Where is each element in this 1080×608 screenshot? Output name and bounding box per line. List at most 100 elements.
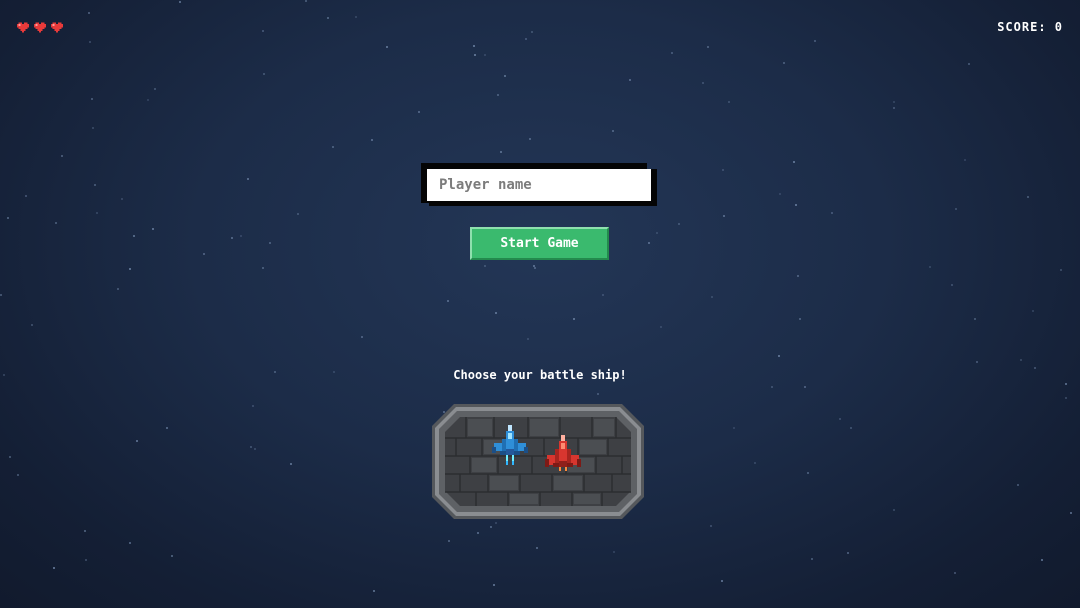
star — [531, 31, 533, 33]
star — [203, 253, 205, 255]
score-display: SCORE: 0 — [997, 20, 1063, 34]
star — [262, 30, 264, 32]
star — [85, 559, 87, 561]
star — [602, 294, 604, 296]
star — [893, 509, 895, 511]
star — [527, 338, 529, 340]
star — [447, 300, 449, 302]
star — [147, 99, 149, 101]
star — [814, 40, 816, 42]
star — [53, 567, 55, 569]
star — [92, 127, 94, 129]
star — [968, 63, 970, 65]
star — [96, 212, 98, 214]
star — [722, 169, 724, 171]
star — [231, 237, 233, 239]
star — [721, 580, 723, 582]
star — [954, 572, 956, 574]
star — [804, 386, 806, 388]
star — [133, 235, 135, 237]
star — [262, 267, 264, 269]
star — [831, 212, 833, 214]
star — [1027, 196, 1029, 198]
star — [473, 45, 475, 47]
star — [771, 386, 773, 388]
star — [9, 456, 11, 458]
star — [152, 228, 154, 230]
star — [290, 463, 292, 465]
star — [448, 540, 450, 542]
star — [893, 101, 895, 103]
star — [418, 111, 420, 113]
star — [1032, 310, 1034, 312]
star — [1065, 397, 1067, 399]
star — [240, 235, 242, 237]
star — [671, 52, 673, 54]
star — [474, 54, 476, 56]
star — [797, 275, 799, 277]
star — [783, 62, 785, 64]
star — [17, 474, 19, 476]
star — [254, 448, 256, 450]
star — [811, 558, 813, 560]
star — [793, 161, 795, 163]
choose-ship-label: Choose your battle ship! — [453, 368, 627, 382]
star — [660, 326, 662, 328]
star — [327, 17, 329, 19]
star — [297, 213, 299, 215]
star — [484, 54, 486, 56]
star — [807, 472, 809, 474]
star — [136, 440, 138, 442]
star — [361, 336, 363, 338]
star — [955, 208, 957, 210]
star — [710, 525, 712, 527]
star — [525, 38, 527, 40]
star — [839, 418, 841, 420]
star — [154, 88, 156, 90]
star — [1060, 269, 1062, 271]
star — [536, 547, 538, 549]
star — [7, 217, 9, 219]
star — [711, 296, 713, 298]
star — [1065, 383, 1067, 385]
star — [656, 232, 658, 234]
star — [493, 584, 495, 586]
star — [495, 522, 497, 524]
star — [495, 312, 497, 314]
star — [799, 318, 801, 320]
star — [332, 146, 334, 148]
player-name-box — [421, 163, 657, 206]
star — [1041, 559, 1043, 561]
star — [269, 242, 271, 244]
player-name-input[interactable] — [427, 169, 651, 201]
star — [754, 462, 756, 464]
star — [94, 184, 96, 186]
star — [166, 427, 168, 429]
star — [1020, 359, 1022, 361]
star — [929, 266, 931, 268]
star — [250, 446, 252, 448]
star — [263, 73, 265, 75]
star — [964, 159, 966, 161]
star — [529, 138, 531, 140]
star — [648, 242, 650, 244]
blue-ship-option[interactable] — [492, 425, 528, 467]
star — [0, 294, 2, 296]
star — [678, 223, 680, 225]
star — [91, 98, 93, 100]
star — [779, 193, 781, 195]
star — [88, 12, 90, 14]
star — [534, 267, 536, 269]
star — [778, 355, 780, 357]
star — [974, 318, 976, 320]
star — [247, 178, 249, 180]
red-ship-option[interactable] — [545, 435, 581, 473]
ship-hangar-panel — [432, 404, 644, 519]
star — [129, 268, 131, 270]
start-game-button[interactable]: Start Game — [470, 227, 609, 260]
star — [371, 139, 373, 141]
star — [497, 94, 499, 96]
star — [795, 204, 797, 206]
star — [484, 265, 486, 267]
star — [31, 324, 33, 326]
